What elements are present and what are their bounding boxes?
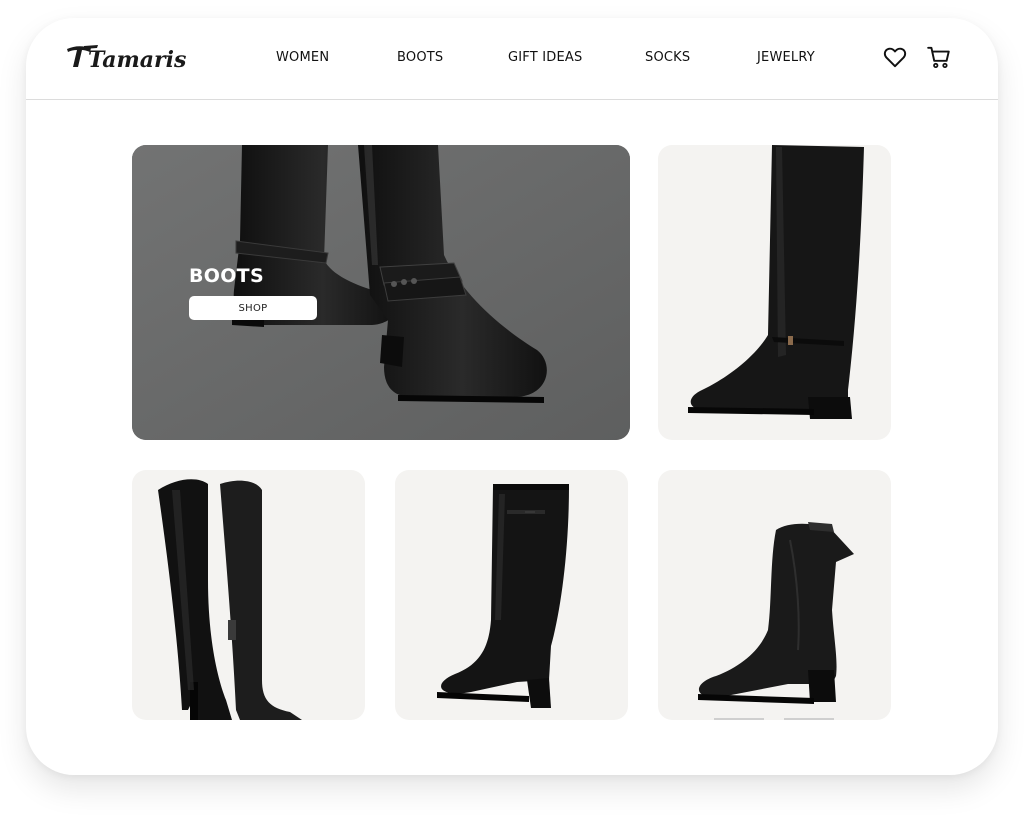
page: Tamaris WOMEN BOOTS GIFT IDEAS SOCKS JEW…: [0, 0, 1024, 820]
nav-item-socks[interactable]: SOCKS: [645, 50, 690, 65]
main-nav: WOMEN BOOTS GIFT IDEAS SOCKS JEWELRY: [26, 18, 998, 99]
product-image: [698, 522, 854, 720]
nav-item-jewelry[interactable]: JEWELRY: [757, 50, 815, 65]
browser-frame: Tamaris WOMEN BOOTS GIFT IDEAS SOCKS JEW…: [26, 18, 998, 775]
product-card[interactable]: [658, 470, 891, 720]
heart-icon[interactable]: [882, 44, 908, 70]
site-header: Tamaris WOMEN BOOTS GIFT IDEAS SOCKS JEW…: [26, 18, 998, 100]
hero-banner[interactable]: BOOTS SHOP: [132, 145, 630, 440]
product-image: [437, 484, 569, 708]
product-card[interactable]: [658, 145, 891, 440]
nav-item-boots[interactable]: BOOTS: [397, 50, 443, 65]
product-image: [158, 479, 302, 720]
product-image: [688, 145, 864, 419]
cart-icon[interactable]: [926, 44, 952, 70]
product-card[interactable]: [132, 470, 365, 720]
nav-item-gift-ideas[interactable]: GIFT IDEAS: [508, 50, 582, 65]
product-card[interactable]: [395, 470, 628, 720]
hero-title: BOOTS: [189, 265, 264, 287]
nav-item-women[interactable]: WOMEN: [276, 50, 329, 65]
hero-boots-image: [132, 145, 630, 440]
shop-button[interactable]: SHOP: [189, 296, 317, 320]
